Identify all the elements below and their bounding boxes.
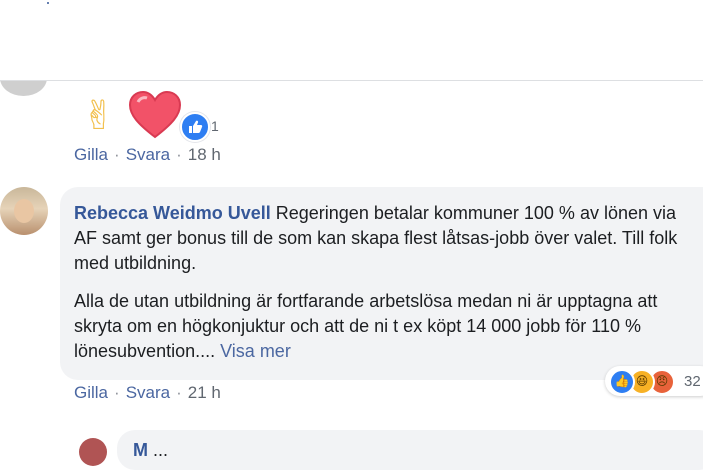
separator: · xyxy=(114,383,120,402)
comment-paragraph: Alla de utan utbildning är fortfarande a… xyxy=(74,289,696,364)
reaction-count: 32 xyxy=(684,373,701,390)
like-icon: 👍 xyxy=(609,369,635,395)
like-link[interactable]: Gilla xyxy=(74,383,108,402)
reply-link[interactable]: Svara xyxy=(126,383,170,402)
timestamp[interactable]: 21 h xyxy=(188,383,221,402)
comment-paragraph: Rebecca Weidmo Uvell Regeringen betalar … xyxy=(74,201,696,276)
comment-actions: Gilla · Svara · 21 h xyxy=(74,383,221,403)
timestamp[interactable]: 18 h xyxy=(188,145,221,164)
like-link[interactable]: Gilla xyxy=(74,145,108,164)
top-dot xyxy=(47,2,49,4)
comment-bubble xyxy=(117,430,703,470)
victory-hand-icon: ✌ xyxy=(82,94,116,138)
comment-author[interactable]: Rebecca Weidmo Uvell xyxy=(74,203,271,223)
comment-text: ... xyxy=(153,440,169,460)
separator: · xyxy=(176,383,182,402)
see-more-link[interactable]: Visa mer xyxy=(220,341,291,361)
separator: · xyxy=(114,145,120,164)
comment-author[interactable]: M xyxy=(133,440,148,460)
top-bar xyxy=(0,0,703,81)
reaction-count[interactable]: 1 xyxy=(211,118,219,134)
avatar[interactable] xyxy=(79,438,107,466)
separator: · xyxy=(176,145,182,164)
avatar[interactable] xyxy=(0,187,48,235)
reply-link[interactable]: Svara xyxy=(126,145,170,164)
comment-body-partial: M ... xyxy=(133,440,168,461)
heart-icon xyxy=(128,90,182,139)
comment-body: Rebecca Weidmo Uvell Regeringen betalar … xyxy=(74,201,696,377)
like-reaction-icon[interactable] xyxy=(180,112,210,142)
comment-text: Alla de utan utbildning är fortfarande a… xyxy=(74,291,658,361)
comment-actions: Gilla · Svara · 18 h xyxy=(74,145,221,165)
reactions-summary[interactable]: 👍 😆 😠 32 xyxy=(605,366,703,396)
